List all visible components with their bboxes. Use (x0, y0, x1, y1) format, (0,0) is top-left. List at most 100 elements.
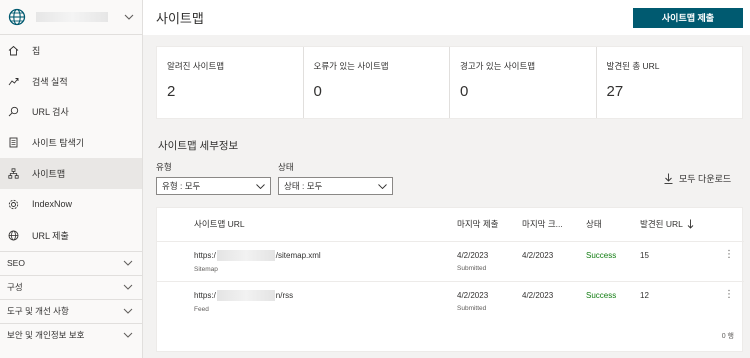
stat-value: 0 (460, 83, 469, 100)
column-header-status[interactable]: 상태 (586, 218, 602, 230)
submit-sitemap-button[interactable]: 사이트맵 제출 (633, 7, 743, 28)
trend-icon (7, 75, 19, 87)
sidebar-item-site-explorer[interactable]: 사이트 탐색기 (0, 127, 142, 158)
submitted-cell: 4/2/2023 Submitted (457, 291, 488, 312)
url-suffix: n/rss (275, 291, 294, 300)
sidebar-item-label: 사이트맵 (32, 169, 66, 180)
stat-value: 0 (313, 83, 322, 100)
sidebar-group-label: 도구 및 개선 사항 (7, 306, 69, 317)
sitemaps-table: 사이트맵 URL 마지막 제출 마지막 크... 상태 발견된 URL http… (156, 207, 744, 352)
chevron-down-icon (256, 183, 265, 189)
document-icon (7, 137, 19, 149)
download-all-button[interactable]: 모두 다운로드 (664, 172, 731, 185)
url-suffix: /sitemap.xml (275, 251, 321, 260)
stat-label: 알려진 사이트맵 (167, 61, 225, 71)
home-icon (7, 44, 19, 56)
discovered-count: 15 (640, 251, 649, 260)
sidebar-group-label: 구성 (7, 282, 23, 293)
site-selector[interactable] (0, 0, 142, 35)
sidebar-item-search-performance[interactable]: 검색 실적 (0, 66, 142, 97)
sidebar-item-url-submission[interactable]: URL 제출 (0, 220, 142, 251)
sidebar-group-seo[interactable]: SEO (0, 250, 142, 275)
sidebar-item-label: 검색 실적 (32, 76, 68, 87)
stat-value: 2 (167, 83, 176, 100)
table-row[interactable]: https:/ n/rss Feed 4/2/2023 Submitted 4/… (157, 281, 744, 321)
stat-value: 27 (606, 83, 624, 100)
download-label: 모두 다운로드 (679, 174, 732, 184)
dropdown-value: 상태 : 모두 (284, 181, 323, 191)
status-filter-label: 상태 (278, 162, 294, 172)
sidebar-item-label: 사이트 탐색기 (32, 138, 85, 149)
sitemap-type: Sitemap (194, 266, 218, 273)
section-title: 사이트맵 세부정보 (158, 140, 239, 152)
sidebar-item-indexnow[interactable]: IndexNow (0, 189, 142, 220)
stat-sitemaps-with-errors: 오류가 있는 사이트맵 0 (304, 47, 450, 118)
submitted-sub: Submitted (457, 305, 487, 312)
stats-card: 알려진 사이트맵 2 오류가 있는 사이트맵 0 경고가 있는 사이트맵 0 발… (156, 46, 743, 119)
submitted-cell: 4/2/2023 Submitted (457, 251, 488, 272)
site-name-redacted (36, 12, 108, 22)
column-header-discovered-urls[interactable]: 발견된 URL (640, 218, 694, 230)
gear-icon (7, 198, 19, 210)
url-cell: https:/ /sitemap.xml Sitemap (194, 250, 321, 273)
submitted-sub: Submitted (457, 265, 487, 272)
stat-label: 오류가 있는 사이트맵 (313, 61, 389, 71)
table-row[interactable]: https:/ /sitemap.xml Sitemap 4/2/2023 Su… (157, 241, 744, 281)
chevron-down-icon (378, 183, 387, 189)
column-header-last-submitted[interactable]: 마지막 제출 (457, 218, 498, 230)
row-count: 0 행 (721, 333, 734, 340)
url-prefix: https:/ (194, 291, 216, 300)
sidebar-item-home[interactable]: 집 (0, 35, 142, 66)
download-icon (664, 173, 673, 184)
status-success: Success (586, 251, 617, 260)
chevron-down-icon (123, 306, 133, 316)
sidebar-group-label: SEO (7, 258, 25, 269)
submitted-date: 4/2/2023 (457, 291, 489, 300)
globe-icon (7, 229, 19, 241)
sidebar-nav: 집 검색 실적 URL 검사 사이트 탐색기 사이트맵 IndexNow URL… (0, 35, 142, 251)
sidebar-item-url-inspection[interactable]: URL 검사 (0, 97, 142, 128)
sort-down-icon (687, 219, 694, 229)
sidebar-group-label: 보안 및 개인정보 보호 (7, 330, 85, 341)
status-dropdown[interactable]: 상태 : 모두 (278, 177, 393, 195)
chevron-down-icon (123, 258, 133, 268)
stat-total-urls: 발견된 총 URL 27 (597, 47, 743, 118)
sidebar-item-label: 집 (32, 45, 41, 56)
stat-sitemaps-with-warnings: 경고가 있는 사이트맵 0 (450, 47, 597, 118)
more-options-icon[interactable]: ⋮ (724, 290, 734, 300)
main-content: 사이트맵 사이트맵 제출 알려진 사이트맵 2 오류가 있는 사이트맵 0 경고… (143, 0, 750, 358)
discovered-count: 12 (640, 291, 649, 300)
url-cell: https:/ n/rss Feed (194, 290, 293, 313)
sitemap-icon (7, 168, 19, 180)
sidebar-group-configuration[interactable]: 구성 (0, 274, 142, 299)
column-header-url[interactable]: 사이트맵 URL (194, 218, 245, 230)
more-options-icon[interactable]: ⋮ (724, 250, 734, 260)
search-icon (7, 106, 19, 118)
redacted-domain (216, 250, 275, 261)
type-filter: 유형 유형 : 모두 (156, 161, 271, 195)
sidebar: 집 검색 실적 URL 검사 사이트 탐색기 사이트맵 IndexNow URL… (0, 0, 143, 358)
dropdown-value: 유형 : 모두 (162, 181, 201, 191)
chevron-down-icon (123, 282, 133, 292)
sitemap-type: Feed (194, 306, 209, 313)
redacted-domain (216, 290, 275, 301)
type-filter-label: 유형 (156, 162, 172, 172)
status-filter: 상태 상태 : 모두 (278, 161, 393, 195)
type-dropdown[interactable]: 유형 : 모두 (156, 177, 271, 195)
url-prefix: https:/ (194, 251, 216, 260)
sidebar-group-security-privacy[interactable]: 보안 및 개인정보 보호 (0, 322, 142, 347)
crawled-date: 4/2/2023 (522, 291, 554, 300)
chevron-down-icon (123, 330, 133, 340)
page-title: 사이트맵 (156, 11, 204, 26)
submitted-date: 4/2/2023 (457, 251, 489, 260)
globe-icon (8, 8, 26, 26)
chevron-down-icon (124, 12, 134, 22)
status-success: Success (586, 291, 617, 300)
column-header-last-crawled[interactable]: 마지막 크... (522, 218, 563, 230)
sidebar-item-sitemaps[interactable]: 사이트맵 (0, 158, 142, 189)
sidebar-group-tools[interactable]: 도구 및 개선 사항 (0, 298, 142, 323)
column-header-label: 발견된 URL (640, 219, 683, 229)
stat-label: 발견된 총 URL (606, 61, 660, 71)
sidebar-item-label: IndexNow (32, 199, 73, 210)
sidebar-item-label: URL 제출 (32, 230, 69, 241)
